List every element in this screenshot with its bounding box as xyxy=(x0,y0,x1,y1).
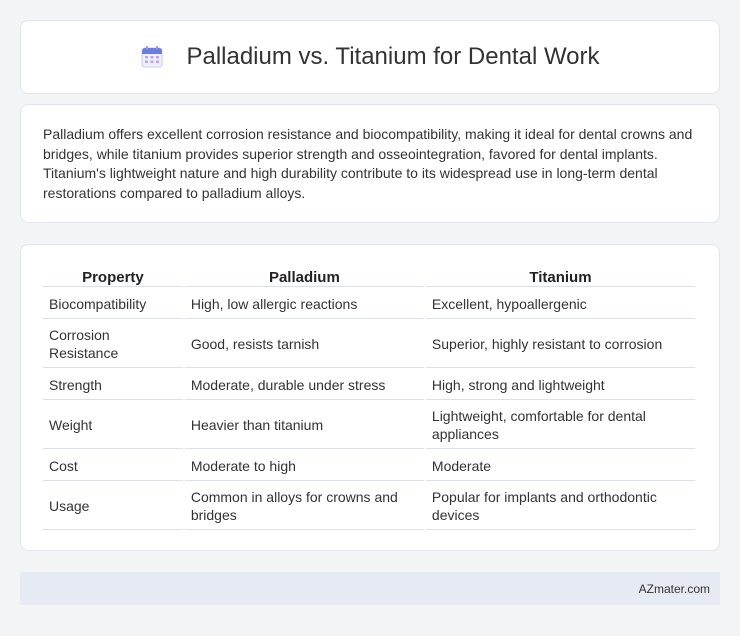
property-cell: Cost xyxy=(43,451,183,481)
property-cell: Weight xyxy=(43,402,183,449)
table-row: Strength Moderate, durable under stress … xyxy=(43,370,695,400)
palladium-cell: Good, resists tarnish xyxy=(184,321,424,368)
table-row: Weight Heavier than titanium Lightweight… xyxy=(43,402,695,449)
title-wrap: Palladium vs. Titanium for Dental Work xyxy=(140,43,600,71)
property-cell: Usage xyxy=(43,483,183,530)
titanium-cell: Excellent, hypoallergenic xyxy=(425,289,695,319)
table-row: Cost Moderate to high Moderate xyxy=(43,451,695,481)
table-row: Biocompatibility High, low allergic reac… xyxy=(43,289,695,319)
titanium-cell: Superior, highly resistant to corrosion xyxy=(425,321,695,368)
titanium-cell: Moderate xyxy=(425,451,695,481)
table-row: Usage Common in alloys for crowns and br… xyxy=(43,483,695,530)
palladium-cell: Moderate, durable under stress xyxy=(184,370,424,400)
header-property: Property xyxy=(43,265,183,287)
palladium-cell: Heavier than titanium xyxy=(184,402,424,449)
titanium-cell: Lightweight, comfortable for dental appl… xyxy=(425,402,695,449)
comparison-card: Property Palladium Titanium Biocompatibi… xyxy=(20,244,720,551)
footer-site-link[interactable]: AZmater.com xyxy=(639,582,710,596)
property-cell: Biocompatibility xyxy=(43,289,183,319)
summary-card: Palladium offers excellent corrosion res… xyxy=(20,104,720,223)
comparison-table: Property Palladium Titanium Biocompatibi… xyxy=(41,263,697,532)
header-card: Palladium vs. Titanium for Dental Work xyxy=(20,20,720,94)
table-row: Corrosion Resistance Good, resists tarni… xyxy=(43,321,695,368)
summary-text: Palladium offers excellent corrosion res… xyxy=(43,126,693,201)
calendar-icon xyxy=(140,45,164,69)
titanium-cell: High, strong and lightweight xyxy=(425,370,695,400)
page-title: Palladium vs. Titanium for Dental Work xyxy=(186,43,600,70)
palladium-cell: High, low allergic reactions xyxy=(184,289,424,319)
property-cell: Corrosion Resistance xyxy=(43,321,183,368)
header-palladium: Palladium xyxy=(184,265,424,287)
footer-bar: AZmater.com xyxy=(20,572,720,605)
property-cell: Strength xyxy=(43,370,183,400)
titanium-cell: Popular for implants and orthodontic dev… xyxy=(425,483,695,530)
header-titanium: Titanium xyxy=(425,265,695,287)
palladium-cell: Common in alloys for crowns and bridges xyxy=(184,483,424,530)
palladium-cell: Moderate to high xyxy=(184,451,424,481)
table-header-row: Property Palladium Titanium xyxy=(43,265,695,287)
